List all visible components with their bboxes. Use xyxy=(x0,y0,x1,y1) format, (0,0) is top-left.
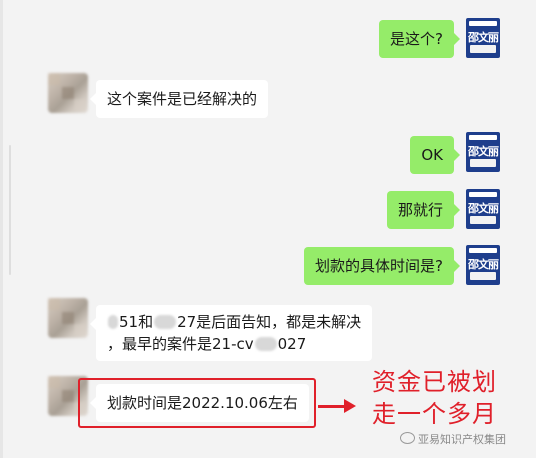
message-bubble-outgoing[interactable]: 是这个? xyxy=(379,20,460,58)
watermark: 亚易知识产权集团 xyxy=(400,431,506,447)
avatar-footer-bar xyxy=(470,272,496,280)
avatar-label: 邵文丽 xyxy=(468,145,499,158)
contact-avatar[interactable] xyxy=(48,298,88,338)
redacted-text xyxy=(108,315,118,329)
avatar-logo-bar xyxy=(469,21,497,26)
message-text: 那就行 xyxy=(397,201,443,219)
message-bubble-outgoing[interactable]: 划款的具体时间是? xyxy=(304,247,460,285)
annotation-arrow-head xyxy=(344,399,356,413)
avatar-footer-bar xyxy=(470,159,496,167)
watermark-text: 亚易知识产权集团 xyxy=(418,433,506,446)
my-avatar[interactable]: 邵文丽 xyxy=(466,245,500,285)
avatar-footer-bar xyxy=(470,45,496,53)
message-text: 是这个? xyxy=(390,30,443,48)
avatar-label: 邵文丽 xyxy=(468,31,499,44)
scrollbar[interactable] xyxy=(9,145,11,275)
avatar-logo-bar xyxy=(469,192,497,197)
message-bubble-incoming[interactable]: 这个案件是已经解决的 xyxy=(89,80,269,118)
message-text: 51和 xyxy=(119,313,154,331)
message-text: ，最早的案件是21-cv xyxy=(107,335,254,353)
annotation-line-2: 走一个多月 xyxy=(372,400,497,428)
chat-window: 是这个? 邵文丽 这个案件是已经解决的 OK 邵文丽 那就行 邵文丽 划款的具体… xyxy=(0,0,536,458)
message-bubble-incoming[interactable]: 51和 27是后面告知，都是未解决 ，最早的案件是21-cv 027 xyxy=(89,305,373,361)
redacted-text xyxy=(254,337,277,351)
avatar-logo-bar xyxy=(469,135,497,140)
avatar-label: 邵文丽 xyxy=(468,202,499,215)
contact-avatar[interactable] xyxy=(48,73,88,113)
message-bubble-outgoing[interactable]: 那就行 xyxy=(386,191,461,229)
wechat-icon xyxy=(400,432,415,444)
redacted-text xyxy=(154,315,177,329)
annotation-text: 资金已被划 走一个多月 xyxy=(372,366,522,430)
window-edge xyxy=(0,0,3,458)
message-text: OK xyxy=(421,146,443,164)
my-avatar[interactable]: 邵文丽 xyxy=(466,18,500,58)
annotation-line-1: 资金已被划 xyxy=(372,368,497,396)
message-line-1: 51和 27是后面告知，都是未解决 xyxy=(107,312,361,332)
message-text: 这个案件是已经解决的 xyxy=(107,90,258,108)
message-line-2: ，最早的案件是21-cv 027 xyxy=(107,334,361,354)
highlight-box xyxy=(78,378,316,428)
message-text: 27是后面告知，都是未解决 xyxy=(177,313,362,331)
message-bubble-outgoing[interactable]: OK xyxy=(410,136,460,174)
message-text: 划款的具体时间是? xyxy=(315,257,443,275)
my-avatar[interactable]: 邵文丽 xyxy=(466,189,500,229)
my-avatar[interactable]: 邵文丽 xyxy=(466,132,500,172)
message-text: 027 xyxy=(277,335,307,353)
avatar-footer-bar xyxy=(470,216,496,224)
avatar-label: 邵文丽 xyxy=(468,258,499,271)
avatar-logo-bar xyxy=(469,248,497,253)
